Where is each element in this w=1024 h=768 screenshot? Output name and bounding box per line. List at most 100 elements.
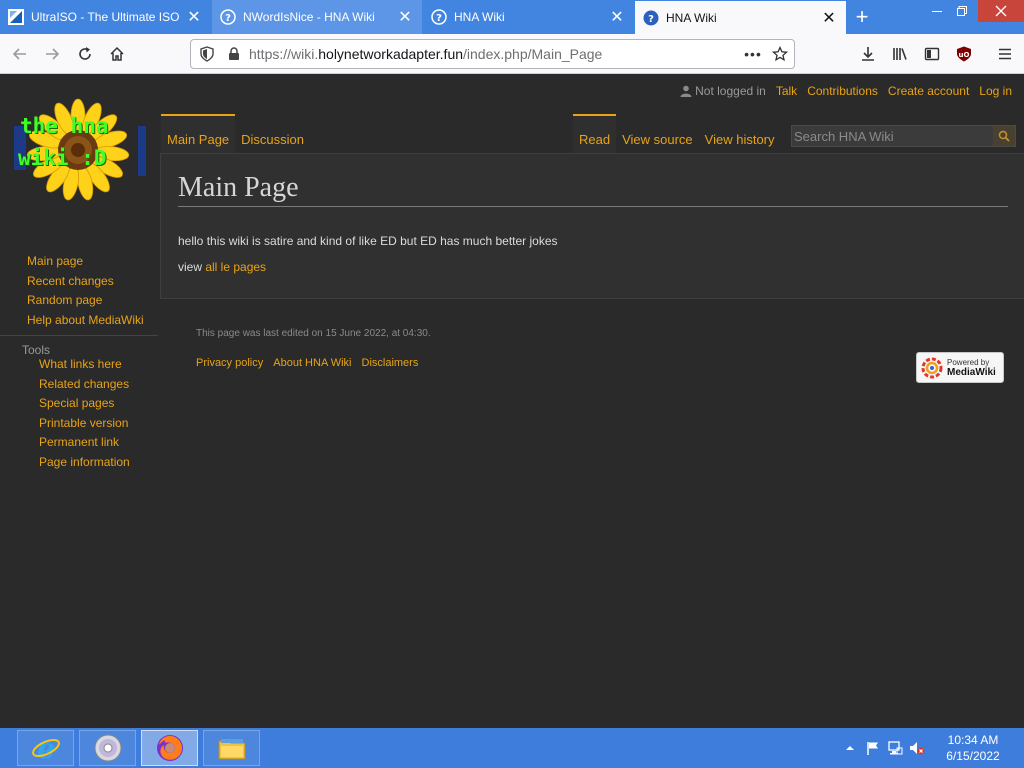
contributions-link[interactable]: Contributions (807, 84, 878, 98)
wiki-globe-icon: ? (643, 10, 659, 25)
internet-explorer-icon: e (31, 733, 60, 763)
footer-links: Privacy policy About HNA Wiki Disclaimer… (196, 357, 428, 369)
sidebar-toggle-button[interactable] (918, 40, 946, 68)
sidebar-item-what-links-here[interactable]: What links here (0, 357, 160, 377)
taskbar-file-explorer[interactable] (203, 730, 260, 766)
sidebar-item-related-changes[interactable]: Related changes (0, 377, 160, 397)
not-logged-in-label: Not logged in (695, 84, 766, 98)
search-input[interactable] (792, 126, 993, 146)
sidebar-item-random-page[interactable]: Random page (0, 293, 160, 313)
url-text[interactable]: https://wiki.holynetworkadapter.fun/inde… (249, 46, 740, 62)
browser-tab-nwordisnice[interactable]: ? NWordIsNice - HNA Wiki ✕ (212, 0, 422, 34)
new-tab-button[interactable]: + (848, 4, 876, 30)
close-tab-icon[interactable]: ✕ (820, 9, 838, 27)
network-icon[interactable] (887, 740, 903, 756)
powered-by-text: Powered by MediaWiki (947, 358, 996, 378)
not-logged-in-status: Not logged in (680, 84, 766, 98)
back-arrow-icon (12, 48, 26, 60)
restore-icon[interactable] (947, 0, 977, 22)
volume-muted-icon[interactable] (909, 740, 925, 756)
log-in-link[interactable]: Log in (979, 84, 1012, 98)
sidebar-item-special-pages[interactable]: Special pages (0, 396, 160, 416)
close-window-icon[interactable] (978, 0, 1024, 22)
sidebar-item-help[interactable]: Help about MediaWiki (0, 313, 160, 333)
sidebar-item-printable-version[interactable]: Printable version (0, 416, 160, 436)
wiki-globe-icon: ? (431, 9, 447, 25)
all-pages-link[interactable]: all le pages (205, 260, 266, 274)
file-explorer-icon (218, 739, 245, 760)
browser-tab-ultraiso[interactable]: UltraISO - The Ultimate ISO ✕ (0, 0, 211, 34)
disclaimers-link[interactable]: Disclaimers (362, 357, 419, 369)
svg-text:e: e (37, 733, 55, 763)
sidebar-item-main-page[interactable]: Main page (0, 254, 160, 274)
tab-title: HNA Wiki (666, 10, 717, 25)
personal-tools: Not logged in Talk Contributions Create … (680, 84, 1012, 98)
wiki-logo[interactable]: the hna wiki :D (12, 98, 152, 208)
forward-button[interactable] (38, 40, 66, 68)
close-tab-icon[interactable]: ✕ (396, 8, 414, 26)
forward-arrow-icon (46, 48, 60, 60)
browser-tab-hna-wiki[interactable]: ? HNA Wiki ✕ (423, 0, 634, 34)
sidebar-item-recent-changes[interactable]: Recent changes (0, 274, 160, 294)
sidebar-item-permanent-link[interactable]: Permanent link (0, 435, 160, 455)
tab-title: HNA Wiki (454, 10, 505, 24)
reload-icon (79, 47, 91, 60)
powered-by-mediawiki-badge[interactable]: Powered by MediaWiki (916, 352, 1004, 383)
search-button[interactable] (993, 126, 1015, 146)
tab-view-source[interactable]: View source (616, 114, 699, 154)
app-menu-button[interactable] (991, 40, 1019, 68)
downloads-button[interactable] (854, 40, 882, 68)
taskbar-ultraiso[interactable] (79, 730, 136, 766)
url-path: /index.php/Main_Page (463, 46, 603, 62)
home-button[interactable] (103, 40, 131, 68)
ublock-origin-button[interactable]: uO (950, 40, 978, 68)
page-actions-menu-icon[interactable]: ••• (740, 46, 766, 62)
tools-heading-label: Tools (22, 343, 51, 357)
hamburger-menu-icon (999, 48, 1011, 60)
tab-view-history[interactable]: View history (699, 114, 781, 154)
browser-tab-hna-wiki-active[interactable]: ? HNA Wiki ✕ (635, 1, 846, 34)
taskbar-clock[interactable]: 10:34 AM 6/15/2022 (940, 732, 1006, 764)
sidebar-icon (924, 47, 940, 61)
system-tray (843, 728, 925, 768)
tab-read[interactable]: Read (573, 114, 617, 154)
view-prefix: view (178, 260, 206, 274)
clock-date: 6/15/2022 (946, 749, 1000, 763)
tab-discussion[interactable]: Discussion (235, 114, 310, 154)
search-icon (998, 130, 1010, 142)
close-tab-icon[interactable]: ✕ (608, 8, 626, 26)
bookmark-star-icon[interactable] (766, 46, 794, 62)
wiki-search-box (791, 125, 1016, 147)
clock-time: 10:34 AM (947, 733, 999, 747)
library-button[interactable] (886, 40, 914, 68)
talk-link[interactable]: Talk (776, 84, 797, 98)
content-area: Main Page hello this wiki is satire and … (160, 153, 1024, 299)
taskbar-firefox[interactable] (141, 730, 198, 766)
intro-paragraph: hello this wiki is satire and kind of li… (178, 234, 558, 248)
show-hidden-icons-chevron-icon[interactable] (843, 741, 857, 755)
mediawiki-flower-icon (921, 357, 943, 378)
view-tabs: Read View source View history (573, 114, 781, 154)
address-bar[interactable]: https://wiki.holynetworkadapter.fun/inde… (190, 39, 795, 69)
tab-title: NWordIsNice - HNA Wiki (243, 10, 375, 24)
logo-text-line1: the hna (20, 114, 109, 138)
download-arrow-icon (862, 47, 874, 61)
wiki-globe-icon: ? (220, 9, 236, 25)
lock-icon[interactable] (227, 47, 241, 61)
ublock-origin-icon: uO (957, 46, 971, 62)
back-button[interactable] (6, 40, 34, 68)
privacy-policy-link[interactable]: Privacy policy (196, 357, 263, 369)
about-link[interactable]: About HNA Wiki (273, 357, 351, 369)
create-account-link[interactable]: Create account (888, 84, 969, 98)
svg-text:?: ? (225, 13, 231, 24)
tracking-shield-icon[interactable] (199, 46, 215, 62)
browser-tab-strip: UltraISO - The Ultimate ISO ✕ ? NWordIsN… (0, 0, 1024, 34)
close-tab-icon[interactable]: ✕ (185, 8, 203, 26)
windows-taskbar: e 10:34 AM 6/15/2022 (0, 728, 1024, 768)
tab-main-page[interactable]: Main Page (161, 114, 236, 154)
action-center-flag-icon[interactable] (865, 740, 881, 756)
taskbar-internet-explorer[interactable]: e (17, 730, 74, 766)
sidebar: Main page Recent changes Random page Hel… (0, 254, 160, 474)
sidebar-item-page-information[interactable]: Page information (0, 455, 160, 475)
reload-button[interactable] (71, 40, 99, 68)
